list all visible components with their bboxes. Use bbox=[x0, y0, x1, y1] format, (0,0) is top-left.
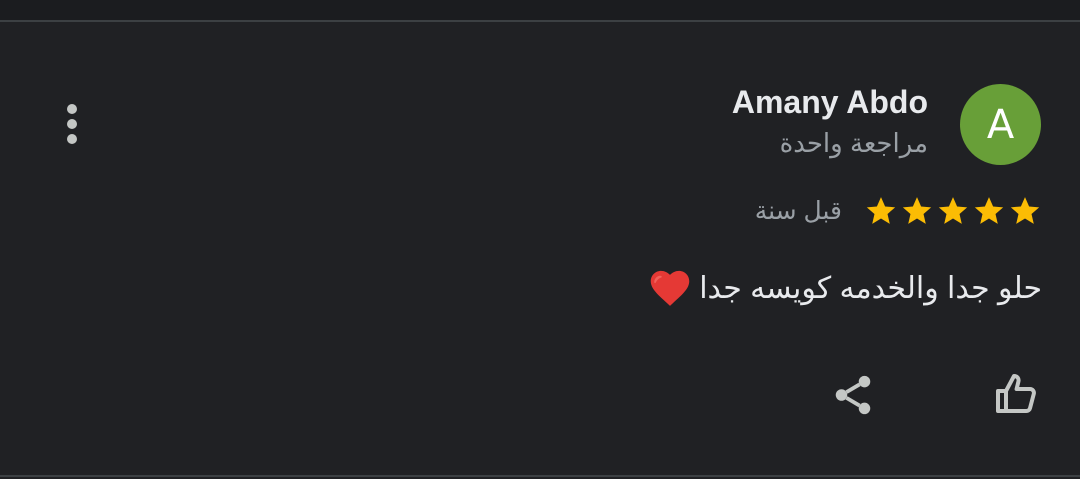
top-edge bbox=[0, 0, 1080, 20]
star-icon bbox=[974, 197, 1004, 224]
more-dot bbox=[67, 104, 77, 114]
star-icon bbox=[866, 197, 896, 224]
review-card: A Amany Abdo مراجعة واحدة قبل سنة حلو جد… bbox=[0, 0, 1080, 479]
avatar[interactable]: A bbox=[960, 84, 1041, 165]
star-icon bbox=[902, 197, 932, 224]
divider-bottom bbox=[0, 475, 1080, 477]
star-rating bbox=[864, 194, 1042, 228]
more-options-icon[interactable] bbox=[52, 98, 92, 150]
share-icon[interactable] bbox=[830, 372, 876, 418]
more-dot bbox=[67, 119, 77, 129]
star-icon bbox=[938, 197, 968, 224]
heart-icon bbox=[650, 270, 690, 306]
review-count: مراجعة واحدة bbox=[779, 128, 928, 158]
rating-row: قبل سنة bbox=[755, 194, 1042, 228]
star-icon bbox=[1010, 197, 1040, 224]
review-text-row: حلو جدا والخدمه كويسه جدا bbox=[649, 268, 1042, 308]
more-dot bbox=[67, 134, 77, 144]
thumb-up-icon[interactable] bbox=[992, 370, 1042, 418]
divider-top bbox=[0, 20, 1080, 22]
review-date: قبل سنة bbox=[754, 197, 842, 225]
review-text: حلو جدا والخدمه كويسه جدا bbox=[699, 271, 1042, 305]
author-name[interactable]: Amany Abdo bbox=[732, 84, 928, 121]
